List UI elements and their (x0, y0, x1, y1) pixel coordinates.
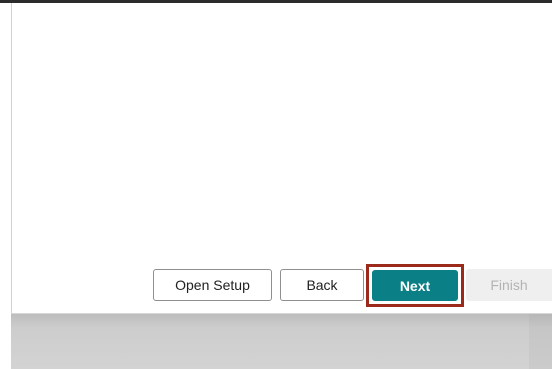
next-button[interactable]: Next (372, 270, 458, 301)
open-setup-button[interactable]: Open Setup (153, 269, 272, 301)
dialog-shadow-area (11, 314, 552, 369)
setup-wizard-dialog (11, 3, 552, 314)
back-button[interactable]: Back (280, 269, 364, 301)
scrollbar-track (529, 314, 552, 369)
finish-button[interactable]: Finish (466, 269, 552, 301)
